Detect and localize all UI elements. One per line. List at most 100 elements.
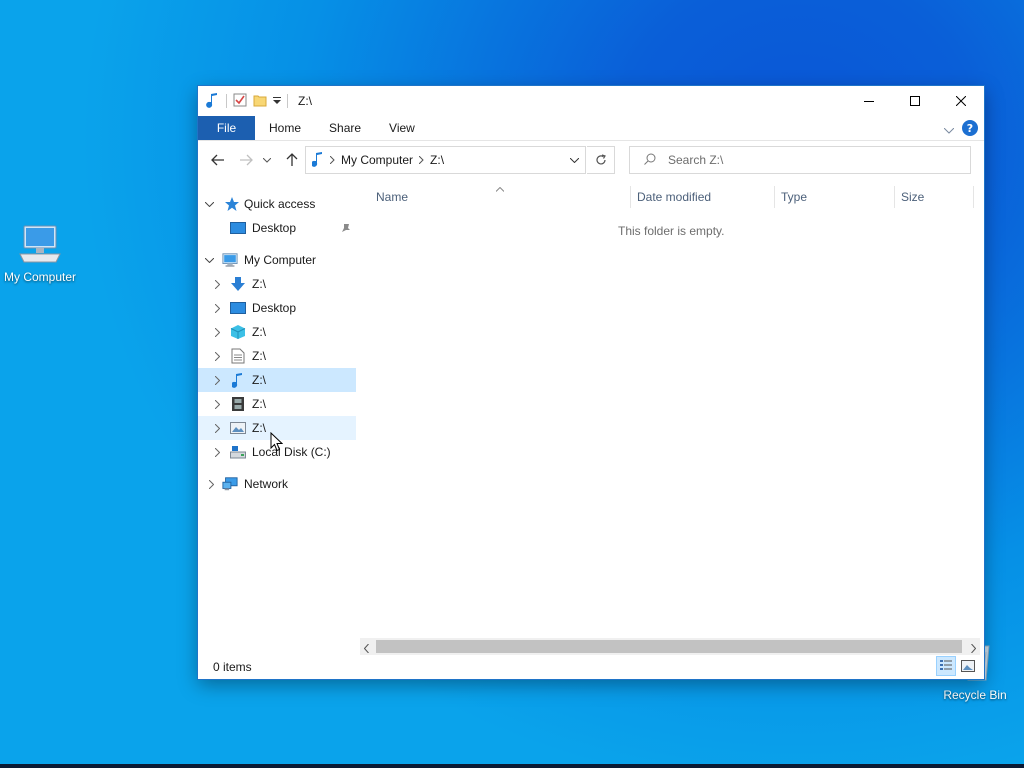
breadcrumb-separator-icon[interactable] [329,153,335,167]
star-icon [224,196,240,212]
horizontal-scrollbar[interactable] [360,638,980,655]
chevron-down-icon[interactable] [204,255,214,265]
network-icon [222,476,238,492]
chevron-down-icon [263,157,271,163]
desktop-icon-label: Recycle Bin [943,688,1007,702]
navigation-bar: My Computer Z:\ Search Z:\ [198,142,984,180]
close-icon [956,96,966,106]
refresh-button[interactable] [587,146,615,174]
separator [287,94,288,108]
ribbon-tabs: File Home Share View ? [198,116,984,141]
column-divider[interactable] [894,186,895,208]
status-item-count: 0 items [213,660,252,674]
tree-label: Z:\ [252,373,266,387]
chevron-right-icon[interactable] [212,303,222,313]
properties-icon[interactable] [233,93,247,110]
documents-icon [230,348,246,364]
quick-access-toolbar: Z:\ [198,86,312,116]
file-explorer-window: Z:\ File Home Share View ? My Computer Z… [198,86,984,679]
qat-dropdown-icon[interactable] [273,94,281,108]
tree-label: Local Disk (C:) [252,445,331,459]
chevron-right-icon[interactable] [212,279,222,289]
close-button[interactable] [938,86,984,116]
chevron-right-icon[interactable] [212,399,222,409]
scroll-right-icon[interactable] [971,642,977,656]
forward-button[interactable] [236,150,256,170]
monitor-icon [222,252,238,268]
address-dropdown-button[interactable] [563,147,585,173]
tree-label: Network [244,477,289,491]
chevron-right-icon[interactable] [212,375,222,385]
chevron-right-icon[interactable] [212,447,222,457]
downloads-icon [230,276,246,292]
folder-icon[interactable] [253,93,267,110]
tab-share[interactable]: Share [315,116,375,140]
details-view-icon [940,660,952,670]
column-header-date-modified[interactable]: Date modified [637,186,773,208]
window-title: Z:\ [298,94,312,108]
chevron-down-icon[interactable] [204,199,214,209]
tab-file[interactable]: File [198,116,255,140]
large-icons-view-button[interactable] [958,656,978,676]
column-divider[interactable] [774,186,775,208]
up-button[interactable] [282,150,302,170]
recent-locations-button[interactable] [261,150,273,170]
column-header-type[interactable]: Type [781,186,893,208]
scroll-left-icon[interactable] [363,642,369,656]
title-bar[interactable]: Z:\ [198,86,984,116]
column-divider[interactable] [630,186,631,208]
minimize-button[interactable] [846,86,892,116]
tree-item-network[interactable]: Network [198,472,356,496]
tree-item-music[interactable]: Z:\ [198,368,356,392]
pin-icon[interactable] [338,220,354,236]
minimize-icon [864,101,874,102]
music-icon [206,92,220,111]
tree-item-3d-objects[interactable]: Z:\ [198,320,356,344]
details-view-button[interactable] [936,656,956,676]
chevron-right-icon[interactable] [206,479,216,489]
tree-item-downloads[interactable]: Z:\ [198,272,356,296]
chevron-right-icon[interactable] [212,327,222,337]
taskbar [0,764,1024,768]
column-header-name[interactable]: Name [376,186,630,208]
search-box[interactable]: Search Z:\ [629,146,971,174]
search-icon [644,153,656,168]
3d-objects-icon [230,324,246,340]
search-input[interactable]: Search Z:\ [668,153,723,167]
tab-view[interactable]: View [375,116,429,140]
column-divider[interactable] [973,186,974,208]
tree-label: Z:\ [252,277,266,291]
tree-item-documents[interactable]: Z:\ [198,344,356,368]
tab-home[interactable]: Home [255,116,315,140]
tree-item-desktop[interactable]: Desktop [198,296,356,320]
column-header-size[interactable]: Size [901,186,971,208]
tree-item-videos[interactable]: Z:\ [198,392,356,416]
empty-folder-message: This folder is empty. [618,224,725,238]
back-arrow-icon [211,154,224,166]
breadcrumb-my-computer[interactable]: My Computer [341,153,413,167]
back-button[interactable] [208,150,228,170]
help-icon[interactable]: ? [962,120,978,139]
chevron-right-icon[interactable] [212,351,222,361]
navigation-pane: Quick access Desktop My Computer Z:\ Des… [198,192,356,622]
tree-item-quick-access[interactable]: Quick access [198,192,356,216]
tree-item-qa-desktop[interactable]: Desktop [198,216,356,240]
breadcrumb-z-drive[interactable]: Z:\ [430,153,444,167]
up-arrow-icon [286,153,298,166]
expand-ribbon-icon[interactable] [943,123,955,137]
scrollbar-thumb[interactable] [376,640,962,653]
address-bar[interactable]: My Computer Z:\ [305,146,586,174]
monitor-icon [230,300,246,316]
monitor-icon [19,225,61,263]
maximize-icon [910,96,920,106]
desktop-icon-label: My Computer [3,270,77,284]
maximize-button[interactable] [892,86,938,116]
chevron-right-icon[interactable] [212,423,222,433]
breadcrumb-separator-icon[interactable] [418,153,424,167]
refresh-icon [595,154,606,165]
desktop-icon-my-computer[interactable]: My Computer [0,220,80,284]
forward-arrow-icon [240,154,253,166]
tree-label: My Computer [244,253,317,267]
tree-item-my-computer[interactable]: My Computer [198,248,356,272]
tree-label: Z:\ [252,325,266,339]
